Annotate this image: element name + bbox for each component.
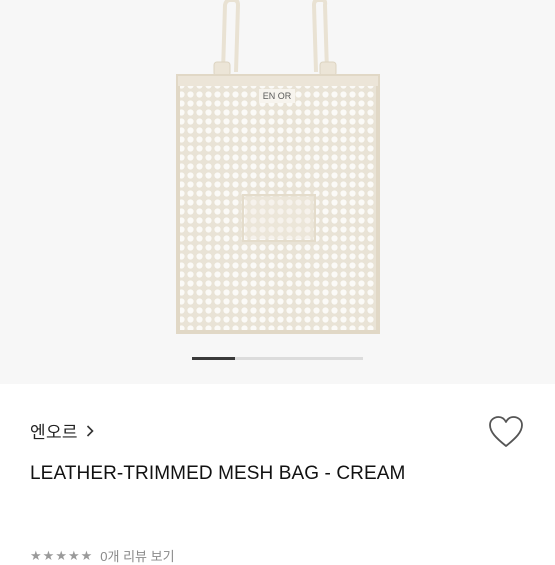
- rating-stars: ★ ★ ★ ★ ★: [30, 547, 93, 563]
- rating-summary[interactable]: ★ ★ ★ ★ ★ 0개 리뷰 보기: [30, 546, 175, 565]
- brand-link[interactable]: 엔오르: [30, 418, 94, 443]
- star-icon: ★: [67, 547, 80, 563]
- chevron-right-icon: [86, 424, 94, 437]
- product-image-bag: [176, 0, 380, 334]
- review-link[interactable]: 0개 리뷰 보기: [100, 546, 174, 565]
- product-image-gallery[interactable]: EN OR: [0, 0, 555, 384]
- star-icon: ★: [80, 547, 93, 563]
- heart-outline-icon: [489, 416, 523, 447]
- star-icon: ★: [42, 547, 55, 563]
- brand-name: 엔오르: [30, 423, 78, 442]
- image-pager-indicator[interactable]: [192, 357, 363, 360]
- image-pager-indicator-active: [192, 357, 235, 360]
- product-title: LEATHER-TRIMMED MESH BAG - CREAM: [30, 463, 406, 484]
- favorite-button[interactable]: [487, 413, 525, 451]
- brand-logo-tag: EN OR: [262, 91, 292, 101]
- star-icon: ★: [55, 547, 67, 563]
- star-icon: ★: [30, 547, 42, 563]
